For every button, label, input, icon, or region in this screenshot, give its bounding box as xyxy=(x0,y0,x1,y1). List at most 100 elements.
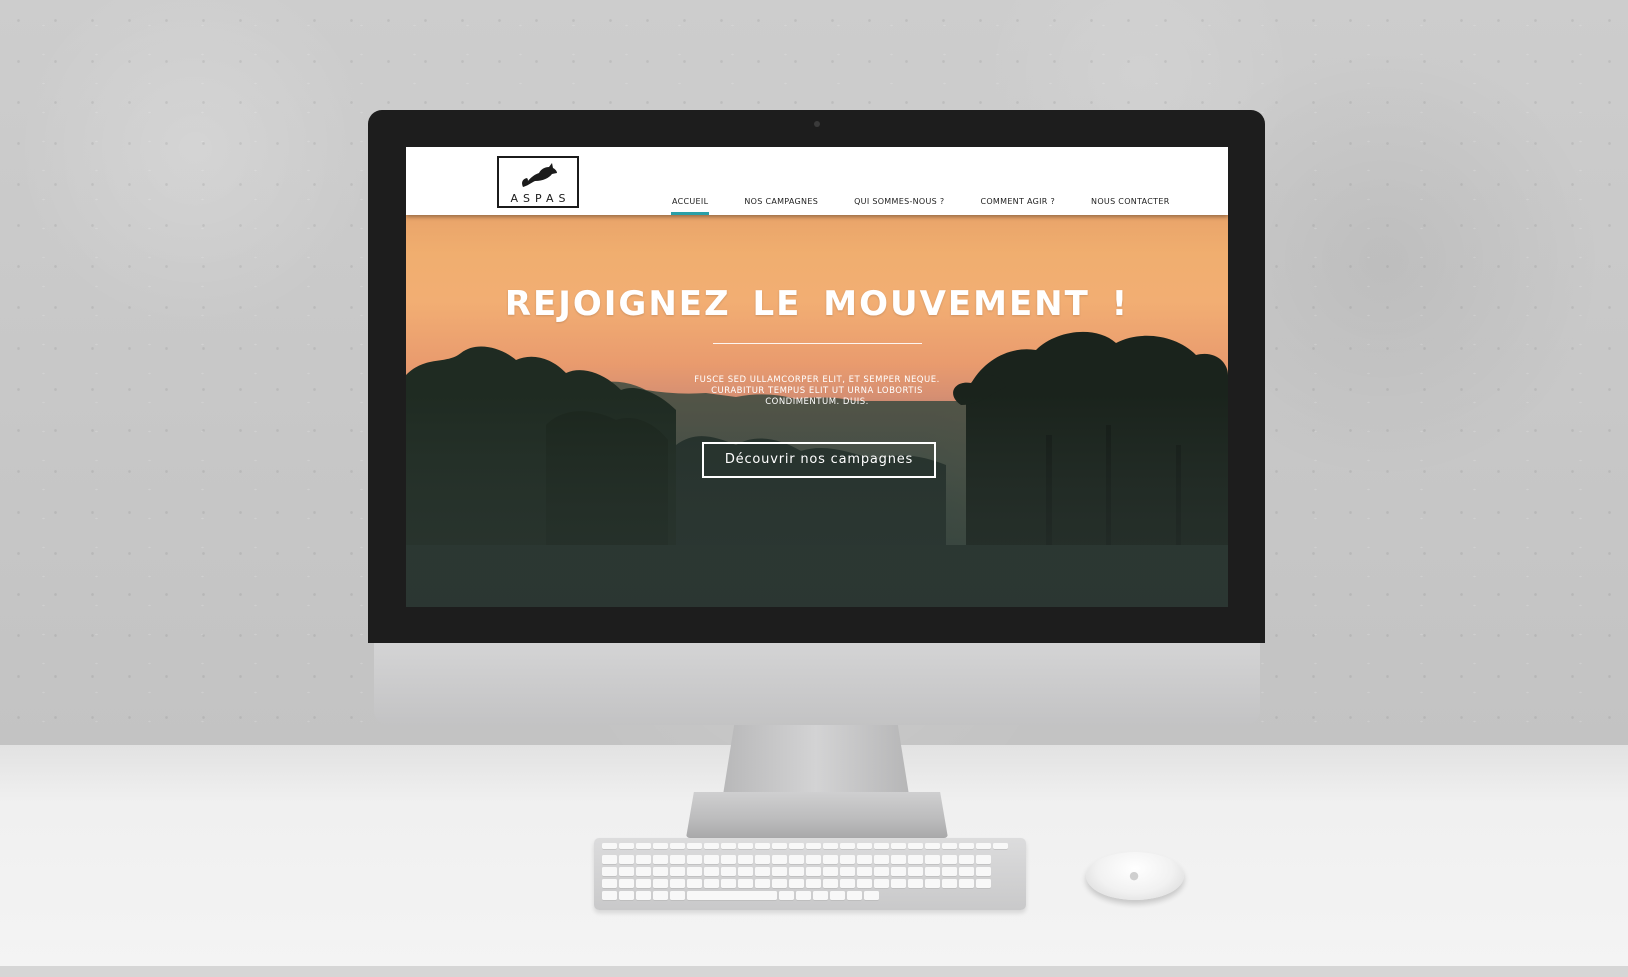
nav-item-accueil[interactable]: Accueil xyxy=(670,197,710,215)
keyboard-key xyxy=(823,867,838,876)
nav-item-nos-campagnes[interactable]: Nos campagnes xyxy=(744,197,818,215)
discover-campaigns-button[interactable]: Découvrir nos campagnes xyxy=(702,442,936,478)
apple-icon: ● xyxy=(1129,869,1139,882)
site-header: ASPAS Accueil Nos campagnes Qui sommes-n… xyxy=(406,147,1228,215)
keyboard-key xyxy=(619,843,634,849)
keyboard-key xyxy=(806,879,821,888)
keyboard-key xyxy=(976,867,991,876)
desk-edge xyxy=(0,966,1628,977)
nav-item-nous-contacter[interactable]: Nous contacter xyxy=(1091,197,1170,215)
keyboard-row xyxy=(602,855,991,864)
keyboard-key xyxy=(925,867,940,876)
aspas-logo[interactable]: ASPAS xyxy=(497,156,579,208)
keyboard-key xyxy=(772,879,787,888)
keyboard-key xyxy=(925,843,940,849)
keyboard-key xyxy=(891,855,906,864)
hero-divider xyxy=(713,343,922,344)
keyboard-key xyxy=(687,855,702,864)
keyboard-key xyxy=(653,855,668,864)
nav-item-comment-agir[interactable]: Comment agir ? xyxy=(980,197,1055,215)
keyboard-key xyxy=(738,843,753,849)
keyboard-key xyxy=(874,879,889,888)
keyboard-key xyxy=(687,843,702,849)
keyboard-key xyxy=(908,879,923,888)
keyboard-key xyxy=(670,843,685,849)
hero-text-line: condimentum. Duis. xyxy=(765,397,869,407)
keyboard-key xyxy=(704,855,719,864)
keyboard-key xyxy=(976,879,991,888)
keyboard-key xyxy=(687,891,777,900)
keyboard-key xyxy=(755,855,770,864)
keyboard-key xyxy=(857,843,872,849)
keyboard-key xyxy=(670,879,685,888)
keyboard-key xyxy=(653,891,668,900)
keyboard-key xyxy=(942,843,957,849)
forest-silhouette xyxy=(406,331,1228,607)
fox-icon xyxy=(522,163,557,187)
monitor-chin xyxy=(374,643,1260,725)
keyboard-key xyxy=(823,843,838,849)
keyboard-key xyxy=(959,855,974,864)
keyboard-key xyxy=(891,879,906,888)
hero-title: REJOIGNEZ LE MOUVEMENT ! xyxy=(504,284,1130,324)
mouse: ● xyxy=(1086,852,1184,900)
keyboard-key xyxy=(959,867,974,876)
keyboard-key xyxy=(602,843,617,849)
keyboard-key xyxy=(619,879,634,888)
keyboard-key xyxy=(959,843,974,849)
keyboard-key xyxy=(796,891,811,900)
keyboard-key xyxy=(755,843,770,849)
keyboard-key xyxy=(738,879,753,888)
monitor-stand-neck xyxy=(723,725,909,795)
keyboard-key xyxy=(823,855,838,864)
keyboard-key xyxy=(874,867,889,876)
keyboard-key xyxy=(738,867,753,876)
keyboard-key xyxy=(721,879,736,888)
keyboard-key xyxy=(636,855,651,864)
keyboard-key xyxy=(864,891,879,900)
logo-text: ASPAS xyxy=(510,192,571,205)
nav-item-qui-sommes-nous[interactable]: Qui sommes-nous ? xyxy=(854,197,944,215)
keyboard-key xyxy=(704,867,719,876)
keyboard-key xyxy=(772,867,787,876)
keyboard-key xyxy=(636,879,651,888)
keyboard-key xyxy=(959,879,974,888)
keyboard-key xyxy=(976,855,991,864)
keyboard-key xyxy=(636,843,651,849)
keyboard-key xyxy=(670,855,685,864)
keyboard-key xyxy=(636,867,651,876)
keyboard-key xyxy=(619,867,634,876)
keyboard-key xyxy=(779,891,794,900)
keyboard-key xyxy=(857,867,872,876)
keyboard-key xyxy=(830,891,845,900)
keyboard-key xyxy=(891,843,906,849)
keyboard-key xyxy=(636,891,651,900)
keyboard-key xyxy=(908,855,923,864)
main-navigation: Accueil Nos campagnes Qui sommes-nous ? … xyxy=(670,197,1170,215)
monitor-stand-base xyxy=(686,792,948,838)
keyboard-row xyxy=(602,867,991,876)
keyboard-key xyxy=(840,843,855,849)
keyboard-key xyxy=(813,891,828,900)
keyboard-key xyxy=(874,843,889,849)
keyboard-key xyxy=(721,843,736,849)
keyboard-key xyxy=(704,843,719,849)
keyboard-key xyxy=(602,879,617,888)
keyboard-key xyxy=(806,843,821,849)
hero-text-line: Fusce sed ullamcorper elit, et semper ne… xyxy=(694,375,940,385)
keyboard-key xyxy=(857,855,872,864)
keyboard-row xyxy=(602,879,991,888)
keyboard-key xyxy=(847,891,862,900)
keyboard xyxy=(594,838,1026,910)
keyboard-key xyxy=(806,855,821,864)
keyboard-key xyxy=(602,891,617,900)
keyboard-key xyxy=(721,855,736,864)
keyboard-key xyxy=(840,879,855,888)
keyboard-key xyxy=(789,855,804,864)
keyboard-key xyxy=(653,843,668,849)
keyboard-key xyxy=(653,879,668,888)
keyboard-key xyxy=(755,879,770,888)
keyboard-key xyxy=(823,879,838,888)
keyboard-key xyxy=(976,843,991,849)
keyboard-row xyxy=(602,843,1008,852)
